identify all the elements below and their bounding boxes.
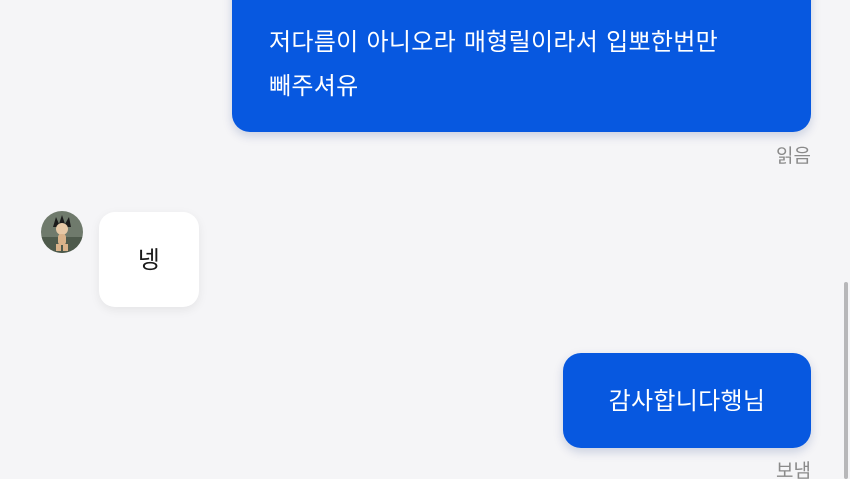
message-text: 넹 <box>137 245 161 274</box>
sender-avatar[interactable] <box>41 211 83 253</box>
sent-status: 보냄 <box>776 460 811 479</box>
message-text-line: 저다름이 아니오라 매형릴이라서 입뽀한번만 <box>269 28 719 56</box>
incoming-message-bubble[interactable]: 넹 <box>99 212 199 307</box>
outgoing-message-bubble[interactable]: 저다름이 아니오라 매형릴이라서 입뽀한번만 빼주셔유 <box>232 0 811 132</box>
chat-message-list[interactable]: 저다름이 아니오라 매형릴이라서 입뽀한번만 빼주셔유 읽음 넹 감사합니다행님… <box>0 0 850 479</box>
outgoing-message-bubble[interactable]: 감사합니다행님 <box>563 353 811 448</box>
read-status: 읽음 <box>776 145 811 167</box>
scrollbar[interactable] <box>844 282 848 479</box>
message-text: 감사합니다행님 <box>608 386 766 415</box>
profile-avatar-icon <box>41 211 83 253</box>
message-text-line: 빼주셔유 <box>269 72 359 100</box>
